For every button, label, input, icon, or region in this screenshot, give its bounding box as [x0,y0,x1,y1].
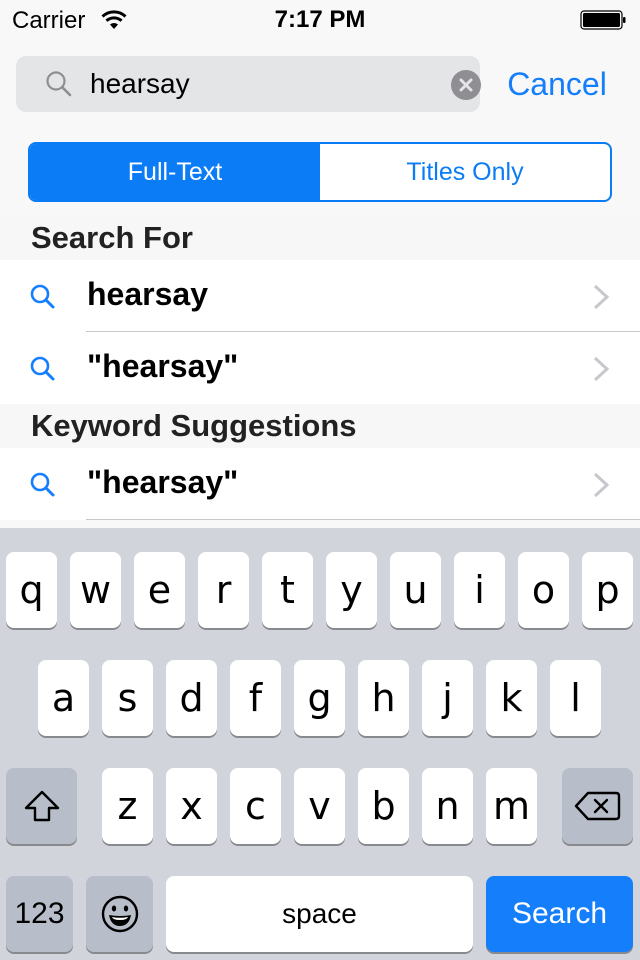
key-x[interactable]: x [166,768,217,844]
key-l[interactable]: l [550,660,601,736]
space-key[interactable]: space [166,876,473,952]
search-icon [30,284,55,309]
search-icon [30,356,55,381]
clear-search-button[interactable] [451,70,481,100]
scope-full-text[interactable]: Full-Text [30,144,320,200]
chevron-right-icon [593,472,610,498]
backspace-icon [574,791,620,821]
backspace-key[interactable] [562,768,633,844]
section-header-search-for: Search For [0,216,640,260]
emoji-key[interactable] [86,876,153,952]
key-n[interactable]: n [422,768,473,844]
key-r[interactable]: r [198,552,249,628]
row-label: "hearsay" [87,464,239,500]
search-scope-segmented-control: Full-Text Titles Only [28,142,612,202]
key-a[interactable]: a [38,660,89,736]
numbers-key[interactable]: 123 [6,876,73,952]
battery-full-icon [580,10,626,30]
key-y[interactable]: y [326,552,377,628]
keyword-suggestion-row[interactable]: "hearsay" [0,448,640,520]
section-header-keyword-suggestions: Keyword Suggestions [0,404,640,448]
search-icon [30,472,55,497]
search-for-row[interactable]: "hearsay" [0,332,640,404]
row-label: "hearsay" [87,348,239,384]
search-for-row[interactable]: hearsay [0,260,640,332]
search-input[interactable] [90,64,440,104]
chevron-right-icon [593,284,610,310]
key-u[interactable]: u [390,552,441,628]
shift-key[interactable] [6,768,77,844]
key-g[interactable]: g [294,660,345,736]
key-h[interactable]: h [358,660,409,736]
row-separator [86,519,640,520]
keyboard: q w e r t y u i o p a s d f g h j k l z … [0,528,640,960]
cancel-button[interactable]: Cancel [494,60,620,108]
key-d[interactable]: d [166,660,217,736]
search-return-key[interactable]: Search [486,876,633,952]
key-e[interactable]: e [134,552,185,628]
status-bar: Carrier 7:17 PM [0,0,640,40]
key-k[interactable]: k [486,660,537,736]
key-q[interactable]: q [6,552,57,628]
magnifier-icon [46,71,72,97]
chevron-right-icon [593,356,610,382]
key-s[interactable]: s [102,660,153,736]
emoji-icon [101,895,138,933]
key-w[interactable]: w [70,552,121,628]
row-label: hearsay [87,276,208,312]
key-b[interactable]: b [358,768,409,844]
key-f[interactable]: f [230,660,281,736]
key-z[interactable]: z [102,768,153,844]
search-bar[interactable] [16,56,481,112]
key-c[interactable]: c [230,768,281,844]
key-v[interactable]: v [294,768,345,844]
clear-x-icon [459,78,473,92]
shift-icon [24,790,59,822]
key-m[interactable]: m [486,768,537,844]
key-i[interactable]: i [454,552,505,628]
key-p[interactable]: p [582,552,633,628]
scope-titles-only[interactable]: Titles Only [320,144,610,200]
key-j[interactable]: j [422,660,473,736]
key-t[interactable]: t [262,552,313,628]
clock: 7:17 PM [274,6,366,33]
key-o[interactable]: o [518,552,569,628]
